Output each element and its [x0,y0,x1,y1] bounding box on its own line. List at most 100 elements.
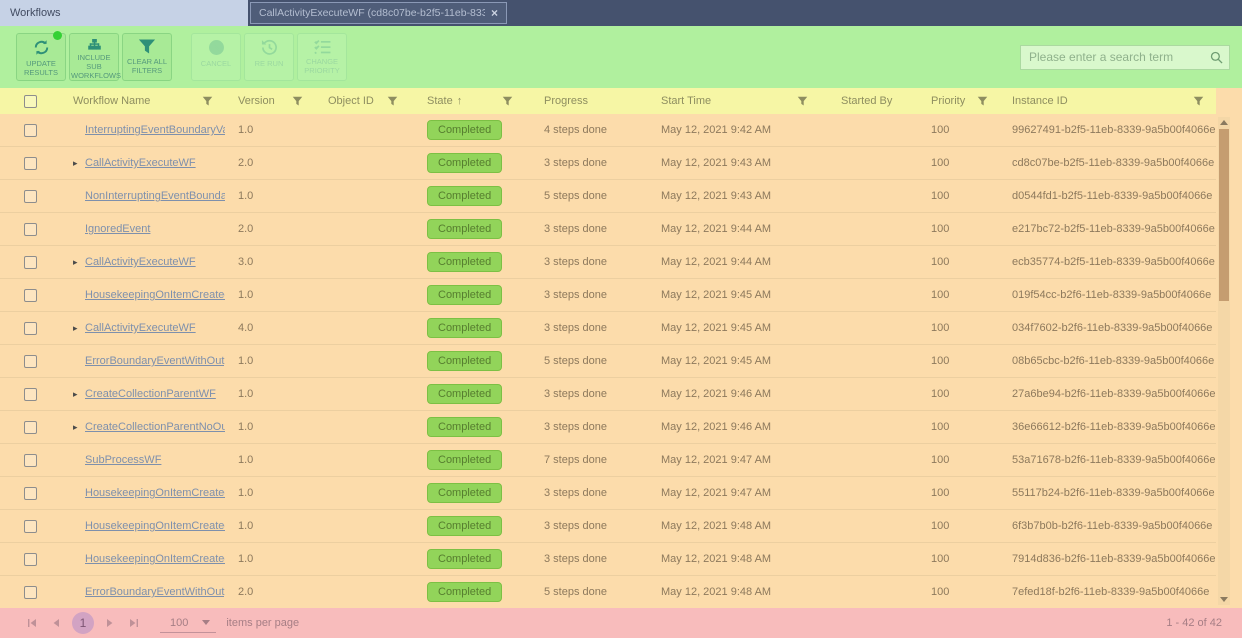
row-checkbox[interactable] [24,421,37,434]
table-row[interactable]: IgnoredEvent2.0Completed3 steps doneMay … [0,213,1216,246]
current-page-button[interactable]: 1 [72,612,94,634]
workflow-name-link[interactable]: ErrorBoundaryEventWithOutp... [85,355,225,367]
workflow-name-link[interactable]: HousekeepingOnItemCreated [85,487,225,499]
filter-icon[interactable] [1193,96,1204,107]
row-checkbox[interactable] [24,553,37,566]
update-results-button[interactable]: UPDATE RESULTS [16,33,66,81]
object-id-cell [315,543,410,575]
workflow-name-link[interactable]: CallActivityExecuteWF [85,322,196,334]
start-time-cell: May 12, 2021 9:43 AM [630,180,820,212]
expand-row-icon[interactable]: ▸ [73,257,85,268]
workflow-name-link[interactable]: CallActivityExecuteWF [85,256,196,268]
row-checkbox[interactable] [24,454,37,467]
table-row[interactable]: ▸CreateCollectionParentNoOut...1.0Comple… [0,411,1216,444]
progress-cell: 3 steps done [525,411,630,443]
scroll-down-icon[interactable] [1220,597,1228,602]
filter-icon[interactable] [202,96,213,107]
table-row[interactable]: ▸CreateCollectionParentWF1.0Completed3 s… [0,378,1216,411]
row-checkbox[interactable] [24,256,37,269]
start-time-cell: May 12, 2021 9:45 AM [630,312,820,344]
workflow-name-link[interactable]: ErrorBoundaryEventWithOutp... [85,586,225,598]
workflow-name-link[interactable]: CallActivityExecuteWF [85,157,196,169]
filter-icon[interactable] [977,96,988,107]
started-by-cell [820,477,905,509]
workflow-name-link[interactable]: HousekeepingOnItemCreated [85,289,225,301]
workflow-name-link[interactable]: CreateCollectionParentWF [85,388,216,400]
workflow-name-link[interactable]: HousekeepingOnItemCreated [85,520,225,532]
workflow-name-link[interactable]: SubProcessWF [85,454,161,466]
filter-icon[interactable] [292,96,303,107]
started-by-cell [820,180,905,212]
column-header-progress[interactable]: Progress [525,88,630,114]
started-by-cell [820,444,905,476]
tab-workflows[interactable]: Workflows [0,0,248,26]
expand-row-icon[interactable]: ▸ [73,389,85,400]
table-row[interactable]: HousekeepingOnItemCreated1.0Completed3 s… [0,510,1216,543]
table-row[interactable]: ErrorBoundaryEventWithOutp...2.0Complete… [0,576,1216,608]
filter-icon[interactable] [387,96,398,107]
table-row[interactable]: HousekeepingOnItemCreated1.0Completed3 s… [0,543,1216,576]
column-header-start-time[interactable]: Start Time [630,88,820,114]
close-icon[interactable]: × [491,6,498,20]
row-checkbox[interactable] [24,355,37,368]
table-row[interactable]: SubProcessWF1.0Completed7 steps doneMay … [0,444,1216,477]
instance-id-cell: 7efed18f-b2f6-11eb-8339-9a5b00f4066e [1000,576,1216,608]
table-row[interactable]: HousekeepingOnItemCreated1.0Completed3 s… [0,477,1216,510]
tab-call-activity-execute-wf[interactable]: CallActivityExecuteWF (cd8c07be-b2f5-11e… [250,2,507,24]
column-header-priority[interactable]: Priority [905,88,1000,114]
row-checkbox[interactable] [24,487,37,500]
table-row[interactable]: ErrorBoundaryEventWithOutp...1.0Complete… [0,345,1216,378]
started-by-cell [820,576,905,608]
select-all-checkbox[interactable] [24,95,37,108]
progress-cell: 3 steps done [525,213,630,245]
table-row[interactable]: ▸CallActivityExecuteWF3.0Completed3 step… [0,246,1216,279]
workflow-name-link[interactable]: IgnoredEvent [85,223,150,235]
page-size-dropdown[interactable]: 100 [160,614,216,633]
row-checkbox[interactable] [24,289,37,302]
table-row[interactable]: NonInterruptingEventBoundar...1.0Complet… [0,180,1216,213]
row-checkbox[interactable] [24,388,37,401]
scrollbar-thumb[interactable] [1219,129,1229,301]
last-page-button[interactable] [122,611,146,635]
workflow-name-link[interactable]: HousekeepingOnItemCreated [85,553,225,565]
workflow-name-link[interactable]: CreateCollectionParentNoOut... [85,421,225,433]
row-checkbox[interactable] [24,223,37,236]
expand-row-icon[interactable]: ▸ [73,323,85,334]
table-header: Workflow Name Version Object ID State ↑ … [0,88,1216,114]
priority-cell: 100 [905,411,1000,443]
search-input[interactable] [1020,45,1230,70]
filter-icon[interactable] [797,96,808,107]
started-by-cell [820,114,905,146]
clear-all-filters-button[interactable]: CLEAR ALL FILTERS [122,33,172,81]
include-sub-workflows-button[interactable]: INCLUDE SUB WORKFLOWS [69,33,119,81]
row-checkbox[interactable] [24,322,37,335]
expand-row-icon[interactable]: ▸ [73,158,85,169]
workflow-name-link[interactable]: InterruptingEventBoundaryVal... [85,124,225,136]
scroll-up-icon[interactable] [1220,120,1228,125]
vertical-scrollbar[interactable] [1218,117,1230,605]
start-time-cell: May 12, 2021 9:44 AM [630,213,820,245]
next-page-button[interactable] [98,611,122,635]
row-checkbox[interactable] [24,157,37,170]
search-icon[interactable] [1210,51,1223,64]
filter-icon[interactable] [502,96,513,107]
first-page-button[interactable] [20,611,44,635]
column-header-started-by[interactable]: Started By [820,88,905,114]
column-header-object-id[interactable]: Object ID [315,88,410,114]
prev-page-button[interactable] [44,611,68,635]
table-row[interactable]: ▸CallActivityExecuteWF2.0Completed3 step… [0,147,1216,180]
table-row[interactable]: HousekeepingOnItemCreated1.0Completed3 s… [0,279,1216,312]
row-checkbox[interactable] [24,586,37,599]
expand-row-icon[interactable]: ▸ [73,422,85,433]
row-checkbox[interactable] [24,190,37,203]
column-header-workflow-name[interactable]: Workflow Name [60,88,225,114]
column-header-version[interactable]: Version [225,88,315,114]
column-header-instance-id[interactable]: Instance ID [1000,88,1216,114]
table-row[interactable]: InterruptingEventBoundaryVal...1.0Comple… [0,114,1216,147]
row-checkbox[interactable] [24,124,37,137]
row-checkbox[interactable] [24,520,37,533]
table-row[interactable]: ▸CallActivityExecuteWF4.0Completed3 step… [0,312,1216,345]
column-header-state[interactable]: State ↑ [410,88,525,114]
start-time-cell: May 12, 2021 9:47 AM [630,477,820,509]
workflow-name-link[interactable]: NonInterruptingEventBoundar... [85,190,225,202]
